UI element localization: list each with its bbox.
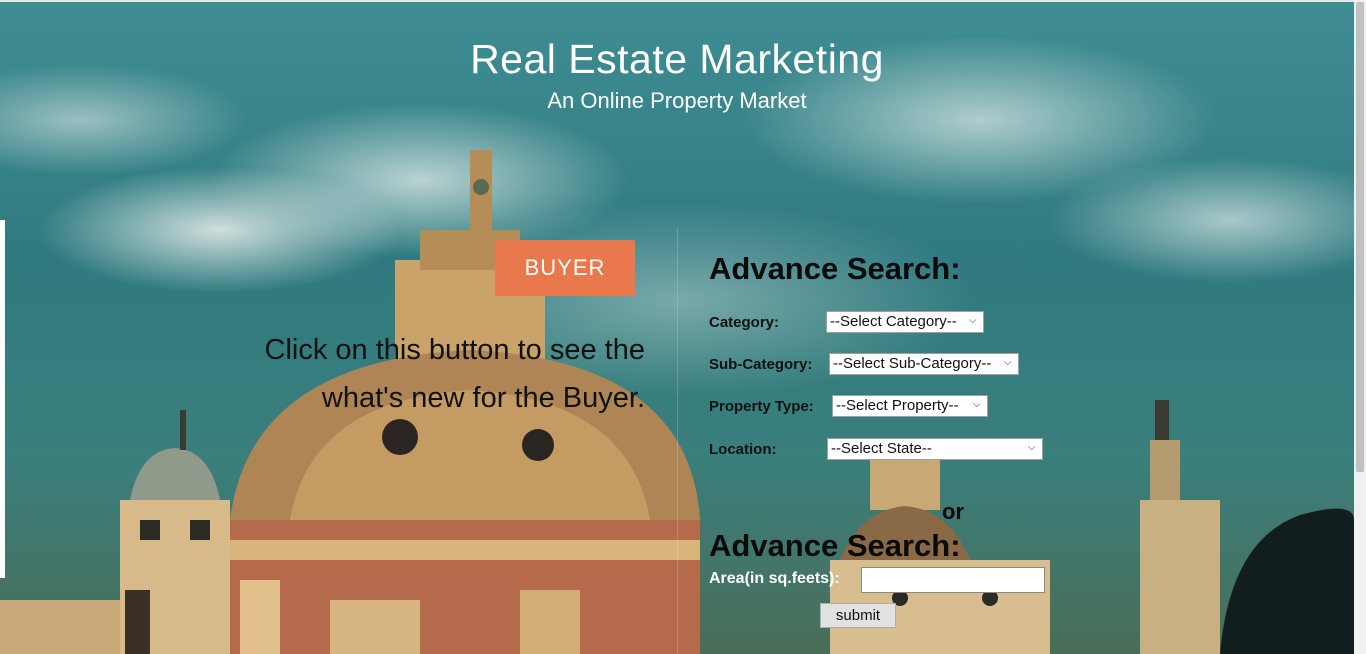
category-label: Category: [709,314,780,331]
chevron-down-icon: ⌵ [969,315,977,326]
sub-category-label: Sub-Category: [709,356,813,373]
category-select[interactable]: --Select Category-- ⌵ [826,311,984,333]
site-title: Real Estate Marketing [470,36,884,82]
scrollbar-thumb[interactable] [1356,2,1364,472]
category-select-value: --Select Category-- [830,313,957,330]
property-type-label: Property Type: [709,398,814,415]
buyer-description: Click on this button to see the what's n… [264,334,645,414]
chevron-down-icon: ⌵ [973,399,981,410]
site-subtitle: An Online Property Market [547,88,807,113]
advance-search-heading: Advance Search: [709,251,961,286]
or-separator: or [942,499,964,524]
location-label: Location: [709,441,777,458]
sub-category-select[interactable]: --Select Sub-Category-- ⌵ [829,353,1019,375]
sub-category-select-value: --Select Sub-Category-- [833,355,992,372]
scrollbar-track[interactable] [1354,0,1366,654]
buyer-button[interactable]: BUYER [495,240,635,296]
left-edge-strip [0,220,5,578]
left-tower-shape [0,410,230,654]
property-type-select[interactable]: --Select Property-- ⌵ [832,395,988,417]
chevron-down-icon: ⌵ [1004,357,1012,368]
column-shape [1140,400,1220,654]
area-label: Area(in sq.feets): [709,570,840,587]
area-input[interactable] [861,567,1045,593]
chevron-down-icon: ⌵ [1028,442,1036,453]
tree-shape [1220,508,1354,654]
property-type-select-value: --Select Property-- [836,397,959,414]
location-select[interactable]: --Select State-- ⌵ [827,438,1043,460]
location-select-value: --Select State-- [831,440,932,457]
panel-divider [677,228,678,654]
area-search-heading: Advance Search: [709,528,961,563]
top-border [0,0,1354,2]
submit-button[interactable]: submit [820,603,896,628]
